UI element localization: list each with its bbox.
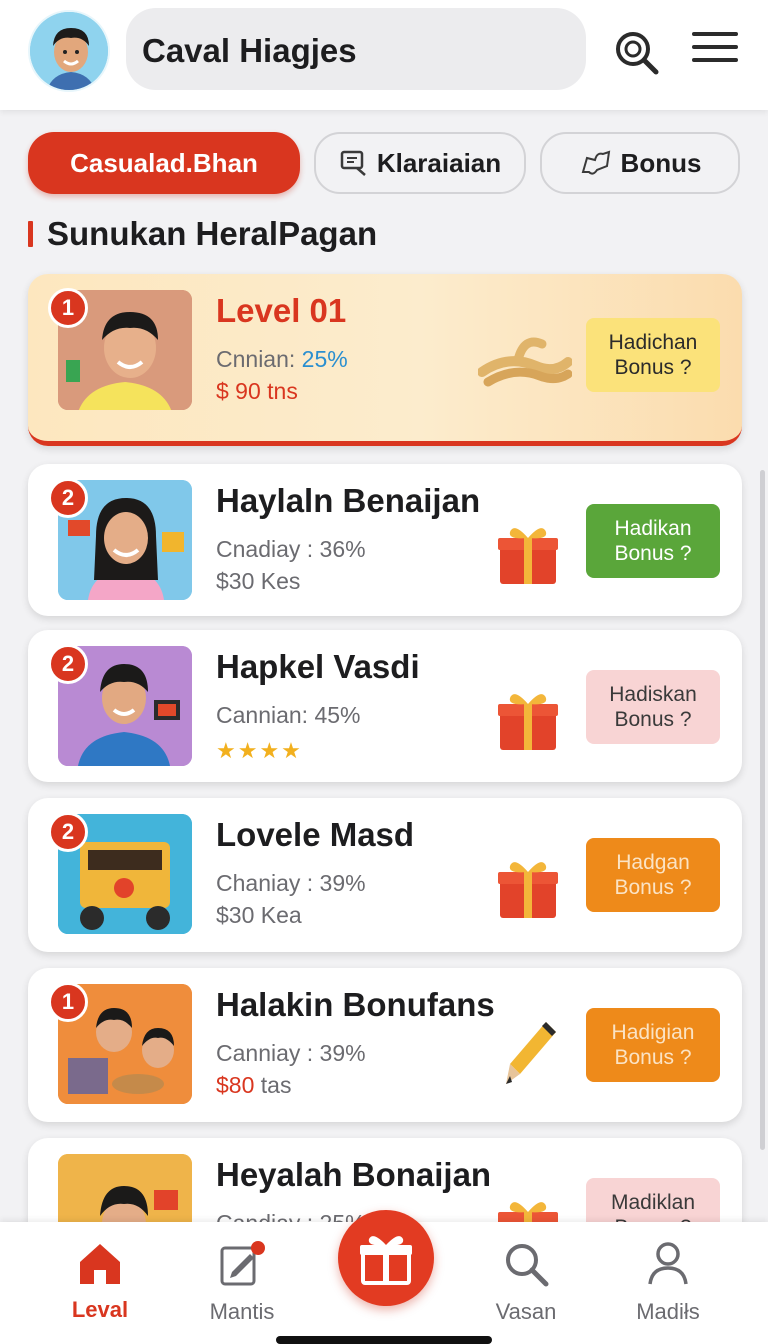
card-meta: Cnadiay : 36%	[216, 536, 366, 562]
rank-badge: 2	[48, 812, 88, 852]
level-card[interactable]: 2 Hapkel Vasdi Cannian: 45% ★★★★ Hadiska…	[28, 630, 742, 782]
tab-klaraiaian[interactable]: Klaraiaian	[314, 132, 526, 194]
level-card[interactable]: 1 Halakin Bonufans Canniay : 39% $80 tas…	[28, 968, 742, 1122]
chat-icon	[340, 150, 366, 176]
nav-vasan[interactable]: Vasan	[466, 1240, 586, 1325]
level-card[interactable]: 2 Lovele Masd Chaniay : 39% $30 Kea Hadg…	[28, 798, 742, 952]
nav-madils[interactable]: Madiłs	[608, 1240, 728, 1325]
menu-button[interactable]	[692, 32, 738, 66]
card-title: Lovele Masd	[216, 816, 415, 853]
puzzle-icon	[581, 150, 610, 175]
card-price: $ 90 tns	[216, 378, 298, 404]
card-price: $30 Kea	[216, 902, 302, 928]
search-icon	[506, 1244, 549, 1287]
card-title: Haylaln Benaijan	[216, 482, 481, 519]
app-title: Caval Hiagjes	[142, 32, 357, 69]
nav-mantis[interactable]: Mantis	[182, 1240, 302, 1325]
scrollbar[interactable]	[760, 470, 765, 1150]
card-meta: Cannian: 45%	[216, 702, 361, 728]
card-price: $30 Kes	[216, 568, 301, 594]
tab-casual-label: Casualad.Bhan	[70, 147, 258, 178]
gift-icon	[360, 1236, 412, 1285]
section-heading: Sunukan HeralPagan	[28, 210, 377, 258]
tab-casual[interactable]: Casualad.Bhan	[28, 132, 300, 194]
bonus-button[interactable]: Hadigian Bonus ?	[586, 1008, 720, 1082]
child-avatar-icon	[30, 12, 108, 90]
nav-label: Vasan	[495, 1299, 557, 1324]
card-meta: Cnnian: 25%	[216, 346, 348, 373]
gift-icon	[496, 520, 560, 591]
tab-klaraiaian-label: Klaraiaian	[376, 147, 502, 178]
center-gift-button[interactable]	[338, 1210, 434, 1306]
nav-label: Mantis	[209, 1299, 275, 1324]
bonus-button[interactable]: Hadiskan Bonus ?	[586, 670, 720, 744]
level-card[interactable]: 2 Haylaln Benaijan Cnadiay : 36% $30 Kes…	[28, 464, 742, 616]
tab-bonus[interactable]: Bonus	[540, 132, 740, 194]
card-meta: Canniay : 39%	[216, 1040, 366, 1066]
app-header: Caval Hiagjes	[0, 0, 768, 110]
card-meta-percent: 25%	[301, 346, 348, 372]
card-price: $80 tas	[216, 1072, 291, 1099]
bottom-nav: Leval Mantis Vasan Madiłs	[0, 1210, 768, 1344]
gift-icon	[496, 686, 560, 757]
home-indicator	[276, 1336, 492, 1344]
rank-badge: 1	[48, 982, 88, 1022]
section-title: Sunukan HeralPagan	[47, 215, 378, 252]
rank-badge: 1	[48, 288, 88, 328]
card-title: Hapkel Vasdi	[216, 648, 420, 685]
section-accent-bar	[28, 221, 33, 247]
card-meta: Chaniay : 39%	[216, 870, 366, 896]
card-meta-label: Cnnian:	[216, 346, 296, 372]
bonus-button[interactable]: Hadikan Bonus ?	[586, 504, 720, 578]
menu-icon	[692, 32, 738, 36]
home-icon	[80, 1244, 120, 1284]
card-price-text: $80 tas	[216, 1072, 292, 1098]
edit-icon	[220, 1241, 265, 1286]
user-icon	[648, 1242, 688, 1285]
pencil-icon	[502, 1016, 562, 1093]
search-button[interactable]	[612, 28, 660, 76]
nav-label: Leval	[71, 1297, 129, 1322]
profile-avatar[interactable]	[28, 10, 110, 92]
nav-label: Madiłs	[636, 1299, 700, 1324]
nav-leval[interactable]: Leval	[40, 1240, 160, 1323]
star-rating: ★★★★	[216, 738, 303, 763]
gift-icon	[496, 854, 560, 925]
card-title: Level 01	[216, 292, 347, 329]
tab-bonus-label: Bonus	[620, 147, 702, 178]
card-title: Heyalah Bonaijan	[216, 1156, 492, 1193]
bonus-button[interactable]: Hadgan Bonus ?	[586, 838, 720, 912]
search-icon	[616, 32, 659, 75]
rank-badge: 2	[48, 478, 88, 518]
bonus-button[interactable]: Hadichan Bonus ?	[586, 318, 720, 392]
level-card[interactable]: 1 Level 01 Cnnian: 25% $ 90 tns Hadichan…	[28, 274, 742, 446]
card-title: Halakin Bonufans	[216, 986, 495, 1023]
title-bar[interactable]: Caval Hiagjes	[126, 8, 586, 90]
noodle-icon	[477, 332, 573, 397]
rank-badge: 2	[48, 644, 88, 684]
